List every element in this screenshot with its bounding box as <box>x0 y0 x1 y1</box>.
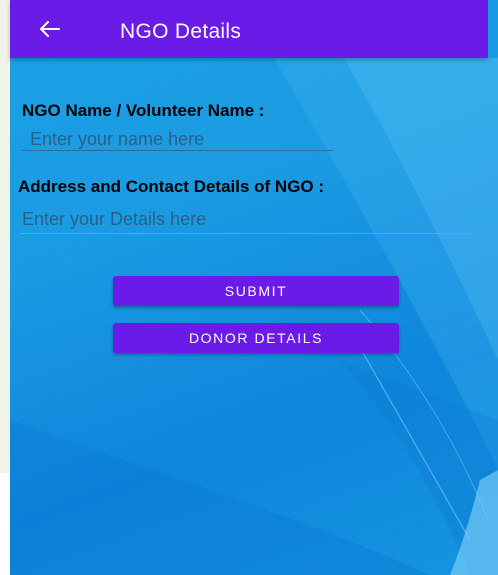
app-bar-edge <box>488 0 498 58</box>
page-title: NGO Details <box>120 20 242 43</box>
ngo-name-label: NGO Name / Volunteer Name : <box>22 101 265 120</box>
bottom-left-corner <box>0 473 10 575</box>
app-bar: NGO Details <box>10 0 488 58</box>
app-screen: NGO Details NGO Name / Volunteer Name : … <box>0 0 498 575</box>
address-underline <box>20 233 470 234</box>
ngo-name-underline <box>22 150 333 151</box>
ngo-name-input[interactable] <box>30 127 330 151</box>
donor-details-button[interactable]: DONOR DETAILS <box>113 323 399 353</box>
submit-button[interactable]: SUBMIT <box>113 276 399 306</box>
arrow-left-icon[interactable] <box>38 19 60 39</box>
address-input[interactable] <box>22 207 462 231</box>
address-label: Address and Contact Details of NGO : <box>18 177 325 196</box>
